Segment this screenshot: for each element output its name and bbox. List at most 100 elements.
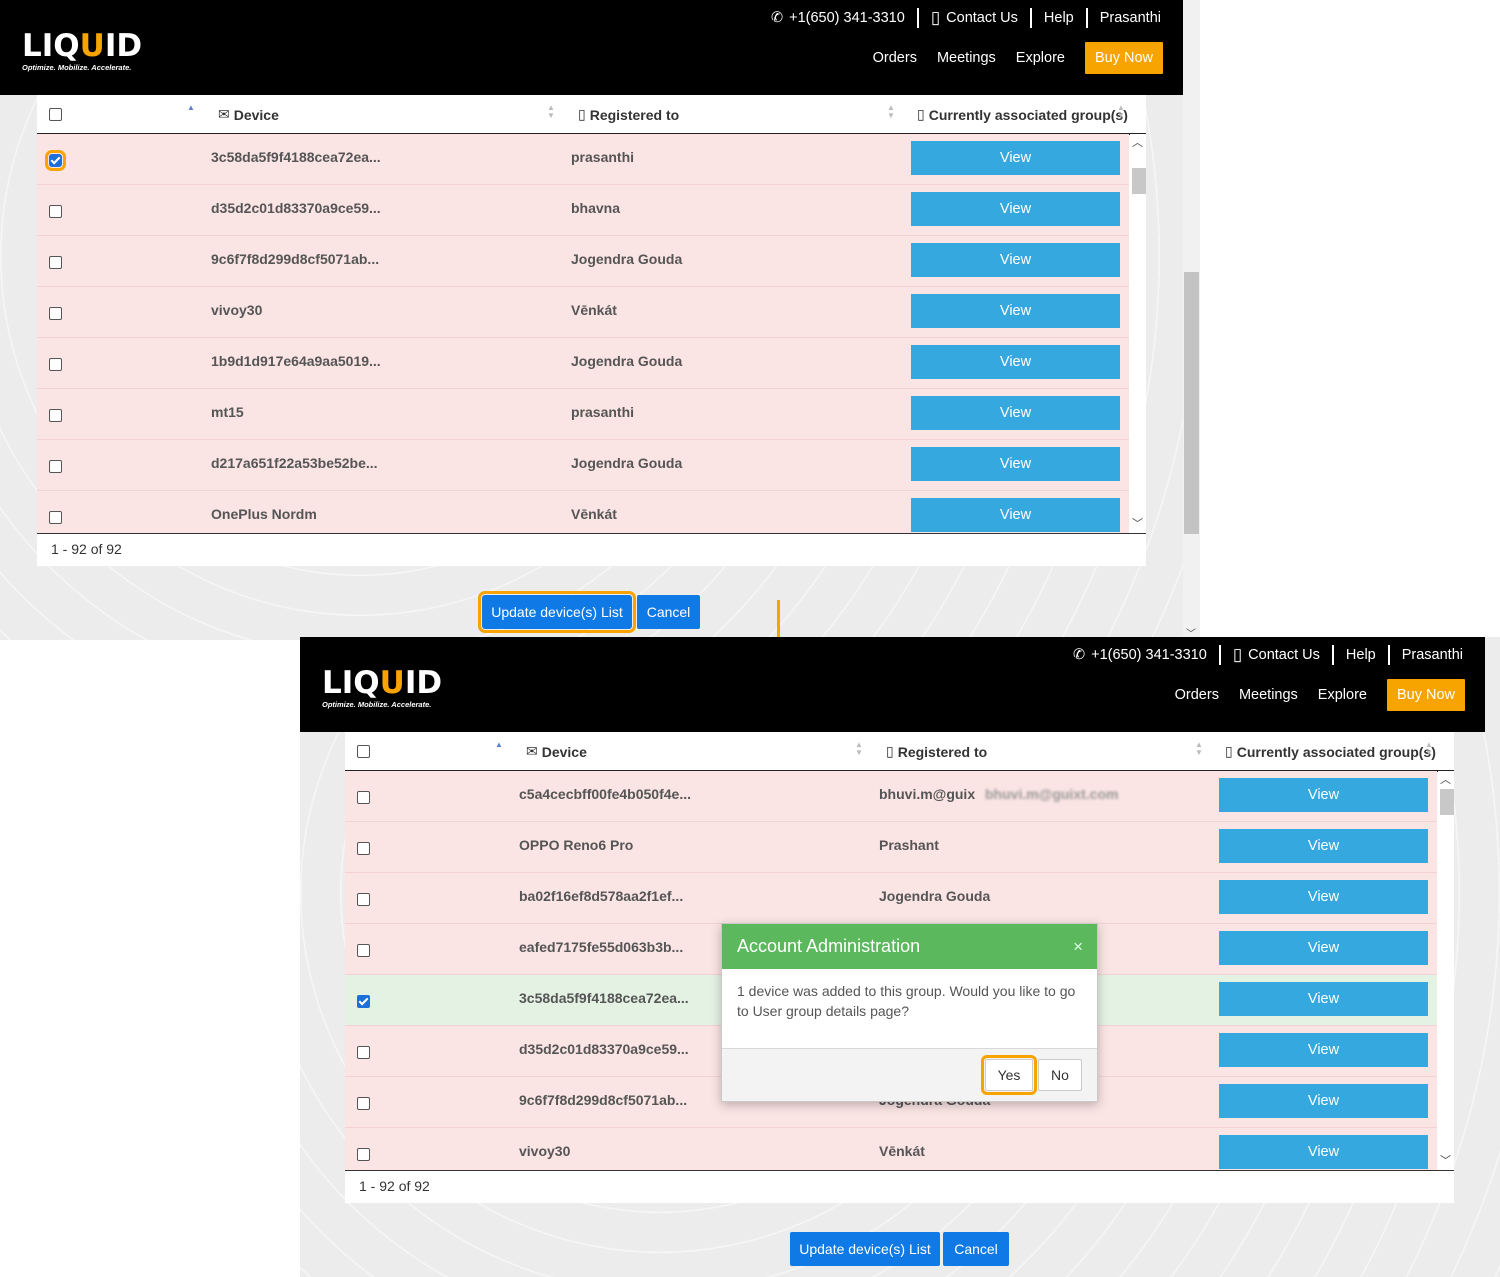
user-menu[interactable]: Prasanthi xyxy=(1088,8,1161,28)
buy-now-button[interactable]: Buy Now xyxy=(1386,679,1465,711)
update-devices-button[interactable]: Update device(s) List xyxy=(790,1232,940,1266)
table-row[interactable]: ba02f16ef8d578aa2f1ef... Jogendra Gouda Vi… xyxy=(345,873,1437,924)
blurred-email: bhuvi.m@guixt.com xyxy=(985,786,1119,802)
scroll-down-icon[interactable]: ﹀ xyxy=(1440,1152,1451,1168)
table-row[interactable]: 3c58da5f9f4188cea72ea... prasanthi View xyxy=(37,134,1129,185)
row-checkbox[interactable] xyxy=(357,1148,370,1161)
row-checkbox[interactable] xyxy=(45,150,66,171)
row-checkbox[interactable] xyxy=(49,511,62,524)
row-checkbox[interactable] xyxy=(49,256,62,269)
column-device[interactable]: ✉ Device xyxy=(526,743,587,760)
table-row[interactable]: 9c6f7f8d299d8cf5071ab... Jogendra Gouda Vi… xyxy=(37,236,1129,287)
row-checkbox[interactable] xyxy=(49,409,62,422)
scroll-up-icon[interactable]: ︿ xyxy=(1440,771,1451,787)
view-groups-button[interactable]: View xyxy=(1219,1135,1428,1169)
view-groups-button[interactable]: View xyxy=(1219,829,1428,863)
scroll-thumb[interactable] xyxy=(1132,168,1146,194)
sort-icon[interactable]: ▲ ▼ xyxy=(1117,104,1125,120)
phone-link[interactable]: ✆ +1(650) 341-3310 xyxy=(759,8,919,28)
table-row[interactable]: d217a651f22a53be52be... Jogendra Gouda Vie… xyxy=(37,440,1129,491)
nav-orders[interactable]: Orders xyxy=(873,50,917,66)
view-groups-button[interactable]: View xyxy=(1219,880,1428,914)
column-groups[interactable]: ▯ Currently associated group(s) xyxy=(1225,743,1436,760)
view-groups-button[interactable]: View xyxy=(1219,1033,1428,1067)
row-checkbox[interactable] xyxy=(49,205,62,218)
view-groups-button[interactable]: View xyxy=(1219,931,1428,965)
view-groups-button[interactable]: View xyxy=(911,243,1120,277)
yes-button[interactable]: Yes xyxy=(981,1055,1037,1095)
view-groups-button[interactable]: View xyxy=(911,294,1120,328)
scroll-up-icon[interactable]: ︿ xyxy=(1132,134,1143,150)
nav-explore[interactable]: Explore xyxy=(1318,687,1367,703)
registered-to: Jogendra Gouda xyxy=(879,888,991,904)
table-scrollbar[interactable]: ︿ ﹀ xyxy=(1438,771,1454,1170)
sort-icon[interactable]: ▲ ▼ xyxy=(1195,741,1203,757)
contact-us-link[interactable]: ▯ Contact Us xyxy=(919,8,1032,28)
logo[interactable]: LIQUID Optimize. Mobilize. Accelerate. xyxy=(22,30,142,72)
row-checkbox[interactable] xyxy=(49,358,62,371)
row-checkbox[interactable] xyxy=(49,307,62,320)
table-row[interactable]: 1b9d1d917e64a9aa5019... Jogendra Gouda Vie… xyxy=(37,338,1129,389)
row-checkbox[interactable] xyxy=(357,1046,370,1059)
sort-icon[interactable]: ▲ ▼ xyxy=(855,741,863,757)
user-menu[interactable]: Prasanthi xyxy=(1390,645,1463,665)
select-all-checkbox[interactable] xyxy=(357,745,370,758)
column-registered-to[interactable]: ▯ Registered to xyxy=(886,743,987,760)
table-scrollbar[interactable]: ︿ ﹀ xyxy=(1130,134,1146,533)
buy-now-button[interactable]: Buy Now xyxy=(1084,42,1163,74)
column-registered-to[interactable]: ▯ Registered to xyxy=(578,106,679,123)
table-row[interactable]: d35d2c01d83370a9ce59... bhavna View xyxy=(37,185,1129,236)
nav-meetings[interactable]: Meetings xyxy=(937,50,996,66)
cancel-button[interactable]: Cancel xyxy=(943,1232,1009,1266)
page-scroll-thumb[interactable] xyxy=(1184,272,1199,534)
sort-icon[interactable]: ▲ ▼ xyxy=(1425,741,1433,757)
select-all-checkbox[interactable] xyxy=(49,108,62,121)
row-checkbox[interactable] xyxy=(357,995,370,1008)
column-device[interactable]: ✉ Device xyxy=(218,106,279,123)
help-link[interactable]: Help xyxy=(1334,645,1390,665)
table-row[interactable]: c5a4cecbff00fe4b050f4e... bhuvi.m@guix bhu… xyxy=(345,771,1437,822)
update-devices-button[interactable]: Update device(s) List xyxy=(478,591,636,633)
sort-asc-icon[interactable]: ▲ xyxy=(495,741,503,749)
contact-us-link[interactable]: ▯ Contact Us xyxy=(1221,645,1334,665)
no-button[interactable]: No xyxy=(1038,1059,1082,1091)
view-groups-button[interactable]: View xyxy=(1219,778,1428,812)
row-checkbox[interactable] xyxy=(49,460,62,473)
close-icon[interactable]: × xyxy=(1073,924,1083,969)
sort-icon[interactable]: ▲ ▼ xyxy=(547,104,555,120)
view-groups-button[interactable]: View xyxy=(911,141,1120,175)
view-groups-button[interactable]: View xyxy=(911,447,1120,481)
row-checkbox[interactable] xyxy=(357,1097,370,1110)
row-checkbox[interactable] xyxy=(357,944,370,957)
view-groups-button[interactable]: View xyxy=(911,396,1120,430)
table-row[interactable]: vivoy30 Vēnkát View xyxy=(345,1128,1437,1170)
help-link[interactable]: Help xyxy=(1032,8,1088,28)
device-name: 9c6f7f8d299d8cf5071ab... xyxy=(211,251,380,267)
row-checkbox[interactable] xyxy=(357,893,370,906)
sort-icon[interactable]: ▲ ▼ xyxy=(887,104,895,120)
view-groups-button[interactable]: View xyxy=(1219,982,1428,1016)
logo[interactable]: LIQUID Optimize. Mobilize. Accelerate. xyxy=(322,667,442,709)
nav-meetings[interactable]: Meetings xyxy=(1239,687,1298,703)
scroll-thumb[interactable] xyxy=(1440,789,1454,815)
table-row[interactable]: OPPO Reno6 Pro Prashant View xyxy=(345,822,1437,873)
table-row[interactable]: vivoy30 Vēnkát View xyxy=(37,287,1129,338)
view-groups-button[interactable]: View xyxy=(911,498,1120,532)
sort-asc-icon[interactable]: ▲ xyxy=(187,104,195,112)
view-groups-button[interactable]: View xyxy=(911,345,1120,379)
table-header: ▲ ✉ Device ▲ ▼ ▯ Registered to ▲ ▼ ▯ Currentl… xyxy=(37,95,1146,135)
view-groups-button[interactable]: View xyxy=(1219,1084,1428,1118)
table-row[interactable]: OnePlus Nordm Vēnkát View xyxy=(37,491,1129,533)
row-checkbox[interactable] xyxy=(357,791,370,804)
nav-orders[interactable]: Orders xyxy=(1175,687,1219,703)
view-groups-button[interactable]: View xyxy=(911,192,1120,226)
column-groups[interactable]: ▯ Currently associated group(s) xyxy=(917,106,1128,123)
page-scrollbar[interactable]: ﹀ xyxy=(1183,0,1200,640)
device-name: vivoy30 xyxy=(519,1143,571,1159)
scroll-down-icon[interactable]: ﹀ xyxy=(1132,515,1143,531)
cancel-button[interactable]: Cancel xyxy=(637,595,700,629)
nav-explore[interactable]: Explore xyxy=(1016,50,1065,66)
phone-link[interactable]: ✆ +1(650) 341-3310 xyxy=(1061,645,1221,665)
table-row[interactable]: mt15 prasanthi View xyxy=(37,389,1129,440)
row-checkbox[interactable] xyxy=(357,842,370,855)
